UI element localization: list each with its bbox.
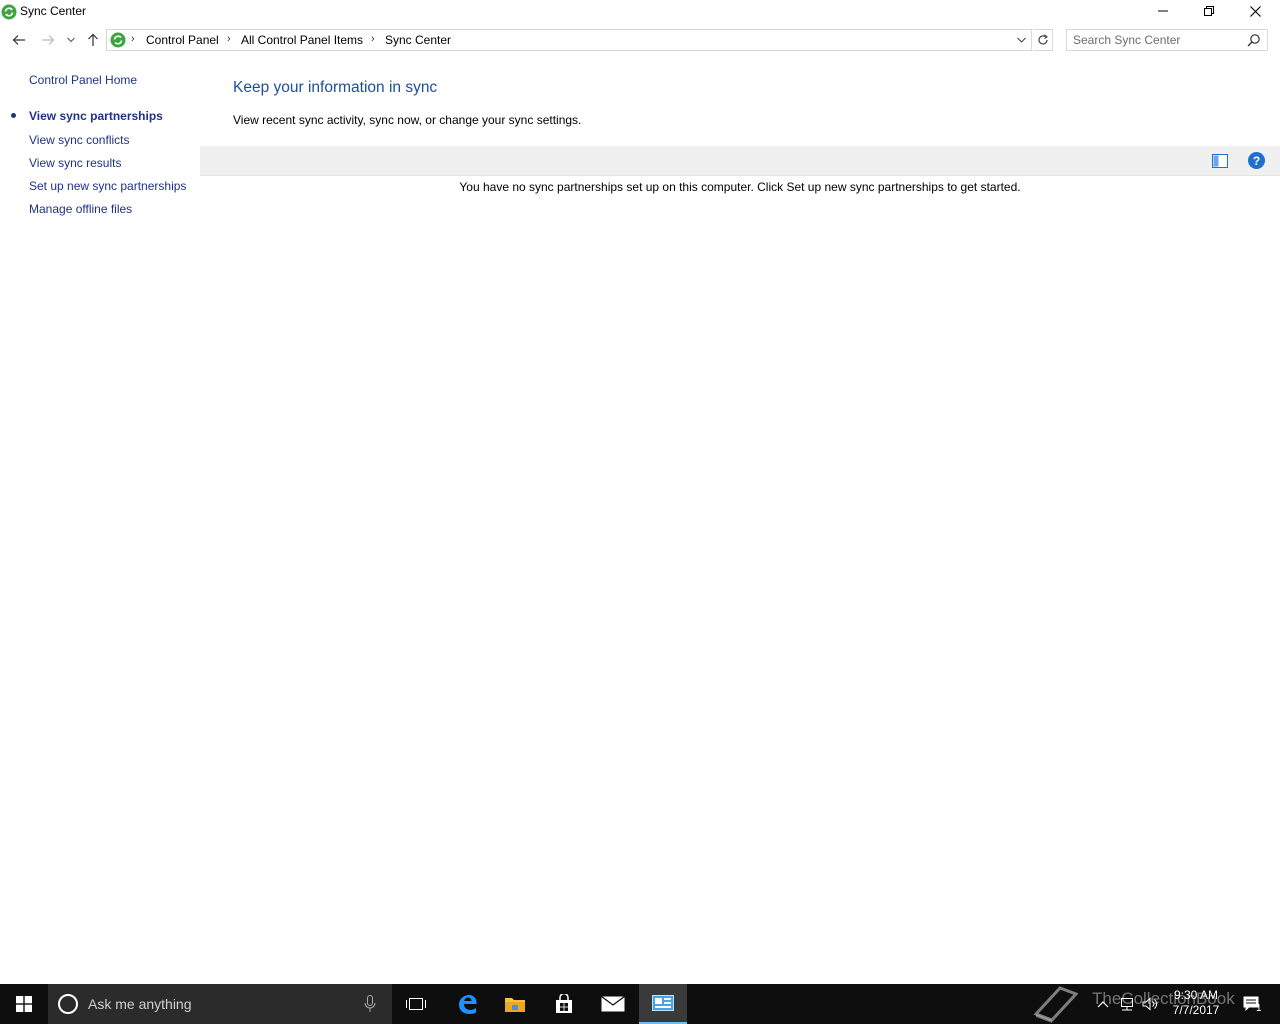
cortana-icon <box>58 994 78 1014</box>
control-panel-taskbar-button[interactable] <box>639 984 687 1024</box>
breadcrumb-all-items[interactable]: All Control Panel Items <box>241 33 363 47</box>
system-clock[interactable]: 9:30 AM 7/7/2017 <box>1166 988 1226 1018</box>
view-sync-conflicts-link[interactable]: View sync conflicts <box>29 133 129 147</box>
sync-center-app-icon <box>1 4 17 20</box>
task-view-icon <box>406 998 426 1010</box>
sync-center-small-icon <box>110 32 126 48</box>
close-button[interactable] <box>1232 0 1278 22</box>
breadcrumb-control-panel[interactable]: Control Panel <box>146 33 219 47</box>
search-box[interactable] <box>1066 29 1268 51</box>
chevron-down-icon <box>1016 37 1026 43</box>
navigation-bar: › Control Panel › All Control Panel Item… <box>0 26 1280 54</box>
minimize-icon <box>1158 10 1168 12</box>
address-dropdown-button[interactable] <box>1013 32 1029 48</box>
notification-count-badge: 1 <box>1256 1003 1262 1014</box>
store-button[interactable] <box>540 984 588 1024</box>
control-panel-home-link[interactable]: Control Panel Home <box>29 73 137 87</box>
show-hidden-icons-button[interactable] <box>1094 984 1112 1024</box>
search-input[interactable] <box>1073 32 1243 48</box>
recent-locations-button[interactable] <box>62 29 80 51</box>
window-title: Sync Center <box>20 4 87 18</box>
taskbar: Ask me anything TheCollectionBook 9:30 A… <box>0 984 1280 1024</box>
control-panel-icon <box>652 995 674 1011</box>
minimize-button[interactable] <box>1140 0 1186 22</box>
forward-arrow-icon <box>42 35 55 45</box>
task-view-button[interactable] <box>392 984 440 1024</box>
edge-browser-button[interactable] <box>443 984 491 1024</box>
active-item-bullet <box>11 113 16 118</box>
breadcrumb-separator-icon[interactable]: › <box>131 33 135 45</box>
set-up-new-sync-partnerships-link[interactable]: Set up new sync partnerships <box>29 179 186 193</box>
restore-button[interactable] <box>1186 0 1232 22</box>
volume-control[interactable] <box>1140 984 1162 1024</box>
watermark-book-icon <box>1033 986 1079 1023</box>
edge-icon <box>459 995 477 1014</box>
help-button[interactable]: ? <box>1248 152 1265 169</box>
page-title: Keep your information in sync <box>233 79 438 96</box>
speaker-icon <box>1142 997 1157 1011</box>
up-arrow-icon <box>88 33 98 46</box>
back-arrow-icon <box>12 35 25 45</box>
breadcrumb-separator-icon[interactable]: › <box>371 33 375 45</box>
store-bag-icon <box>556 994 572 1013</box>
network-status[interactable] <box>1116 984 1136 1024</box>
empty-state-message: You have no sync partnerships set up on … <box>459 180 1021 194</box>
clock-time: 9:30 AM <box>1173 988 1219 1002</box>
folder-icon <box>505 998 525 1012</box>
address-bar[interactable]: › Control Panel › All Control Panel Item… <box>106 29 1032 51</box>
refresh-icon <box>1037 34 1048 45</box>
mail-icon <box>601 996 625 1012</box>
breadcrumb-separator-icon[interactable]: › <box>227 33 231 45</box>
mail-button[interactable] <box>589 984 637 1024</box>
preview-pane-icon[interactable] <box>1212 154 1228 168</box>
view-sync-results-link[interactable]: View sync results <box>29 156 121 170</box>
restore-icon <box>1204 6 1214 16</box>
chevron-down-icon <box>67 37 75 43</box>
refresh-button[interactable] <box>1033 29 1053 51</box>
sync-center-window: Sync Center › Control Panel › All Contro… <box>0 0 1280 984</box>
start-button[interactable] <box>0 984 48 1024</box>
view-sync-partnerships-link[interactable]: View sync partnerships <box>29 109 163 123</box>
search-icon[interactable] <box>1247 33 1261 47</box>
command-toolbar: ? <box>200 146 1280 176</box>
up-button[interactable] <box>82 29 104 51</box>
microphone-icon[interactable] <box>364 995 376 1013</box>
action-center-button[interactable]: 1 <box>1236 984 1268 1024</box>
cortana-placeholder: Ask me anything <box>88 996 192 1012</box>
breadcrumb-sync-center[interactable]: Sync Center <box>385 33 451 47</box>
windows-logo-icon <box>16 996 32 1012</box>
forward-button[interactable] <box>37 29 59 51</box>
network-icon <box>1121 998 1133 1011</box>
cortana-search-box[interactable]: Ask me anything <box>48 984 392 1024</box>
title-bar: Sync Center <box>0 0 1280 24</box>
chevron-up-icon <box>1097 1001 1109 1008</box>
back-button[interactable] <box>8 29 30 51</box>
close-icon <box>1249 5 1261 17</box>
manage-offline-files-link[interactable]: Manage offline files <box>29 202 132 216</box>
page-description: View recent sync activity, sync now, or … <box>233 113 582 127</box>
file-explorer-button[interactable] <box>491 984 539 1024</box>
clock-date: 7/7/2017 <box>1172 1003 1220 1017</box>
